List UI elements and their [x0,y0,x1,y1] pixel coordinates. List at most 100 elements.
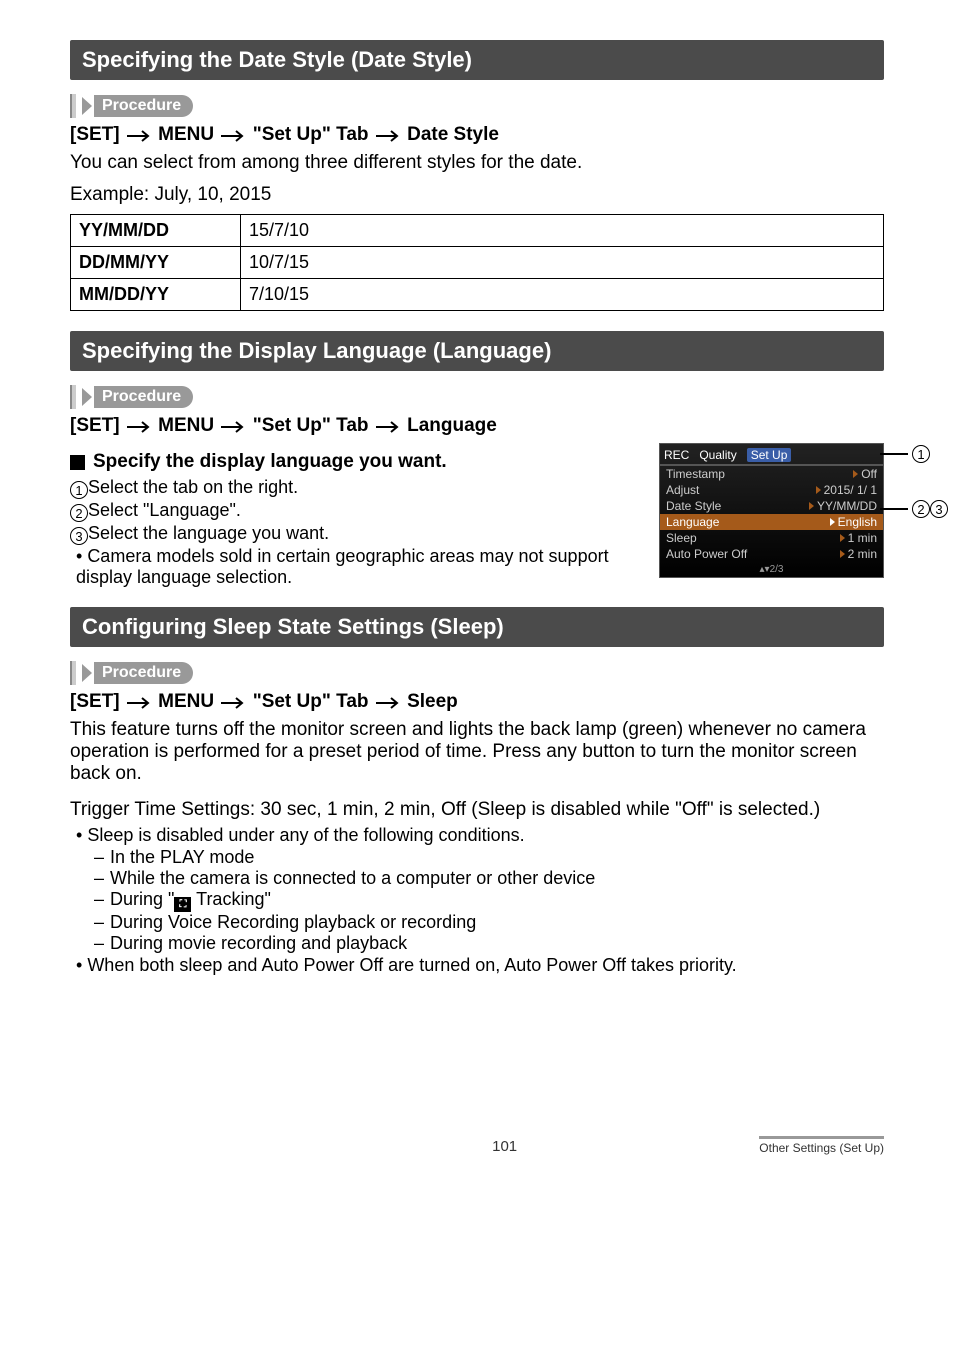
camera-tab-quality: Quality [699,448,736,462]
menu-path-language: [SET] MENU "Set Up" Tab Language [70,415,884,437]
table-row: YY/MM/DD15/7/10 [71,215,884,247]
dash-item: –During movie recording and playback [94,933,884,954]
sub-heading-specify-language: Specify the display language you want. [70,451,639,473]
camera-row: TimestampOff [660,466,883,482]
camera-row-value: 2 min [840,547,877,561]
arrow-right-icon [219,421,247,433]
circled-1-icon: 1 [912,445,930,463]
triangle-right-icon [840,550,845,558]
dash-text: While the camera is connected to a compu… [110,868,595,888]
path-part: "Set Up" Tab [253,124,369,145]
procedure-bar-icon [70,661,76,685]
dash-item-tracking: –During "⛶ Tracking" [94,889,884,912]
bullet-text: Sleep is disabled under any of the follo… [87,825,524,845]
section-title-date-style: Specifying the Date Style (Date Style) [70,40,884,80]
camera-row: Date StyleYY/MM/DD [660,498,883,514]
arrow-right-icon [219,130,247,142]
sub-heading-text: Specify the display language you want. [93,451,447,473]
table-header: MM/DD/YY [71,279,241,311]
procedure-label-row: Procedure [70,385,884,409]
circled-2-icon: 2 [70,504,88,522]
procedure-label-row: Procedure [70,661,884,685]
camera-row-value: English [830,515,877,529]
path-part: Language [407,415,497,436]
triangle-right-icon [853,470,858,478]
dash-item: –While the camera is connected to a comp… [94,868,884,889]
callout-line-icon [880,508,908,510]
step-text: Select the language you want. [88,523,329,543]
circled-2-icon: 2 [912,500,930,518]
camera-row-selected: LanguageEnglish [660,514,883,530]
path-part: [SET] [70,124,120,145]
path-part: Date Style [407,124,499,145]
callout-line-icon [880,453,908,455]
camera-row-value: YY/MM/DD [809,499,877,513]
bullet-note: • Camera models sold in certain geograph… [70,546,639,588]
circled-3-icon: 3 [70,527,88,545]
procedure-arrow-icon [82,664,92,682]
sleep-bullet-1: • Sleep is disabled under any of the fol… [70,825,884,846]
camera-row-label: Timestamp [666,467,853,481]
dash-text: During movie recording and playback [110,933,407,953]
camera-row: Auto Power Off2 min [660,546,883,562]
camera-tabs: REC Quality Set Up [660,448,883,466]
arrow-right-icon [125,421,153,433]
arrow-right-icon [125,130,153,142]
section-title-sleep: Configuring Sleep State Settings (Sleep) [70,607,884,647]
camera-row-value: 2015/ 1/ 1 [816,483,877,497]
intro-text: You can select from among three differen… [70,152,884,174]
procedure-arrow-icon [82,97,92,115]
procedure-arrow-icon [82,388,92,406]
triangle-right-icon [816,486,821,494]
camera-row-value: Off [853,467,877,481]
arrow-right-icon [219,697,247,709]
triangle-right-icon [830,518,835,526]
triangle-right-icon [840,534,845,542]
camera-row-label: Adjust [666,483,816,497]
sleep-trigger: Trigger Time Settings: 30 sec, 1 min, 2 … [70,799,884,821]
camera-row: Adjust2015/ 1/ 1 [660,482,883,498]
camera-tab-rec: REC [664,448,689,462]
date-style-table: YY/MM/DD15/7/10 DD/MM/YY10/7/15 MM/DD/YY… [70,214,884,311]
step-3: 3Select the language you want. [70,523,639,545]
procedure-chip: Procedure [94,662,193,684]
table-row: DD/MM/YY10/7/15 [71,247,884,279]
menu-path-date-style: [SET] MENU "Set Up" Tab Date Style [70,124,884,146]
step-text: Select "Language". [88,500,241,520]
dash-text: In the PLAY mode [110,847,254,867]
path-part: [SET] [70,415,120,436]
arrow-right-icon [374,697,402,709]
camera-row-label: Date Style [666,499,809,513]
path-part: "Set Up" Tab [253,415,369,436]
path-part: MENU [158,415,214,436]
camera-row-label: Language [666,515,830,529]
step-text: Select the tab on the right. [88,477,298,497]
callout-1: 1 [880,445,930,463]
arrow-right-icon [374,130,402,142]
camera-tab-setup: Set Up [747,448,792,462]
example-label: Example: July, 10, 2015 [70,184,884,206]
callout-2-3: 23 [880,500,948,518]
dash-text: During Voice Recording playback or recor… [110,912,476,932]
camera-row-label: Auto Power Off [666,547,840,561]
arrow-right-icon [125,697,153,709]
camera-footer: ▴▾2/3 [660,562,883,575]
dash-text-post: Tracking" [191,889,270,909]
camera-screen: REC Quality Set Up TimestampOff Adjust20… [659,443,884,578]
step-2: 2Select "Language". [70,500,639,522]
page-number: 101 [250,1138,759,1155]
procedure-chip: Procedure [94,95,193,117]
path-part: [SET] [70,691,120,712]
procedure-chip: Procedure [94,386,193,408]
step-1: 1Select the tab on the right. [70,477,639,499]
table-cell: 15/7/10 [241,215,884,247]
circled-1-icon: 1 [70,481,88,499]
sleep-bullet-2: • When both sleep and Auto Power Off are… [70,955,884,976]
path-part: Sleep [407,691,458,712]
table-header: DD/MM/YY [71,247,241,279]
triangle-right-icon [809,502,814,510]
circled-3-icon: 3 [930,500,948,518]
menu-path-sleep: [SET] MENU "Set Up" Tab Sleep [70,691,884,713]
table-cell: 7/10/15 [241,279,884,311]
procedure-bar-icon [70,385,76,409]
